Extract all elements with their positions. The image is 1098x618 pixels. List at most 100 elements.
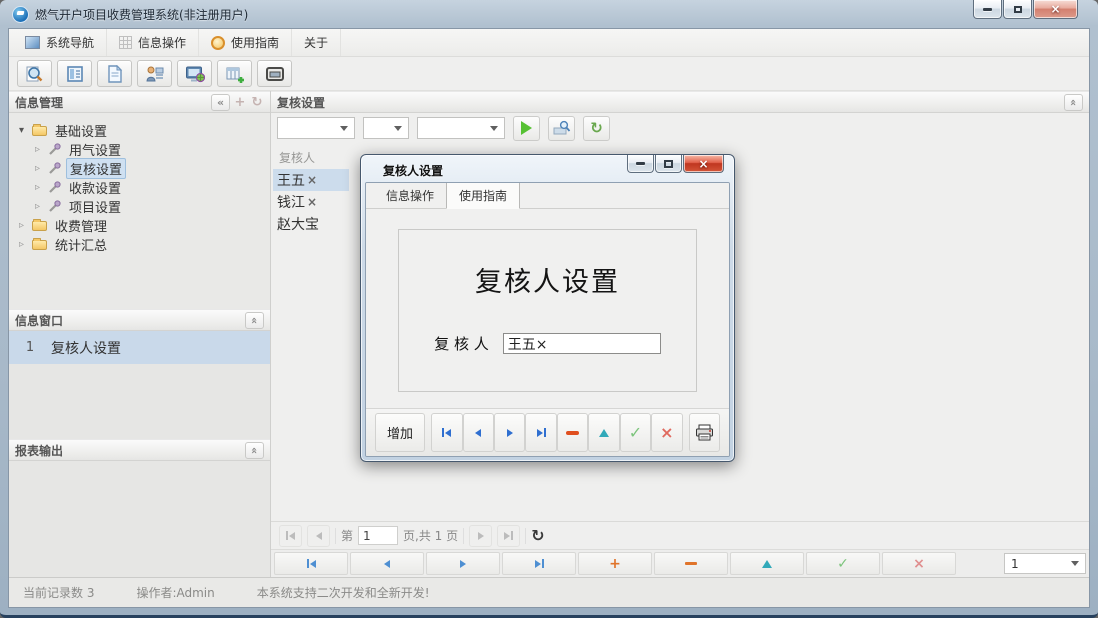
- query-toolbar: ↻: [271, 113, 1089, 143]
- records-per-page-select[interactable]: 1: [1004, 553, 1086, 574]
- search-preview-button[interactable]: [17, 60, 52, 87]
- menu-label: 使用指南: [231, 36, 280, 50]
- reviewer-input[interactable]: [502, 333, 661, 354]
- add-record-button[interactable]: +: [578, 552, 652, 575]
- restore-button[interactable]: [1003, 0, 1032, 19]
- panel-title: 复核设置: [277, 95, 326, 110]
- tree-item-payment-settings[interactable]: ▹ 收款设置: [19, 178, 266, 197]
- delete-record-button[interactable]: [654, 552, 728, 575]
- edit-record-button[interactable]: [730, 552, 804, 575]
- sidebar: 信息管理 « + ↻ ▾ 基础设置 ▹ 用气设置 ▹ 复核设置 ▹ 收款设置 ▹…: [9, 91, 271, 577]
- prev-record-button[interactable]: [462, 413, 494, 452]
- tree-item-base-settings[interactable]: ▾ 基础设置: [19, 121, 266, 140]
- new-document-icon: [107, 64, 122, 83]
- advanced-search-button[interactable]: [548, 115, 575, 141]
- reviewer-row[interactable]: 赵大宝: [273, 213, 349, 235]
- add-node-icon[interactable]: +: [233, 95, 247, 110]
- print-button[interactable]: [688, 413, 721, 452]
- expander-open-icon[interactable]: ▾: [19, 125, 32, 136]
- last-record-button[interactable]: [502, 552, 576, 575]
- menu-system-navigation[interactable]: 系统导航: [13, 29, 108, 56]
- remove-tag-icon[interactable]: ×: [307, 173, 317, 187]
- form-view-button[interactable]: [57, 60, 92, 87]
- last-record-button[interactable]: [525, 413, 557, 452]
- expander-closed-icon[interactable]: ▹: [19, 239, 32, 250]
- add-button[interactable]: 增加: [375, 413, 426, 452]
- collapse-up-button[interactable]: «: [245, 311, 264, 329]
- prev-page-button[interactable]: [307, 524, 330, 547]
- prev-record-button[interactable]: [350, 552, 424, 575]
- collapse-up-button[interactable]: «: [245, 441, 264, 459]
- dialog-window-controls: ×: [627, 155, 724, 173]
- reviewer-row[interactable]: 钱江 ×: [273, 191, 349, 213]
- titlebar: 燃气开户项目收费管理系统(非注册用户) ×: [8, 0, 1090, 28]
- divider: [335, 527, 336, 544]
- expander-closed-icon[interactable]: ▹: [19, 220, 32, 231]
- next-record-button[interactable]: [493, 413, 526, 452]
- cancel-button[interactable]: ×: [651, 413, 683, 452]
- expander-closed-icon[interactable]: ▹: [35, 144, 48, 155]
- arrow-right-icon: [477, 531, 484, 540]
- expander-closed-icon[interactable]: ▹: [35, 182, 48, 193]
- tree-item-project-settings[interactable]: ▹ 项目设置: [19, 197, 266, 216]
- run-query-button[interactable]: [513, 115, 540, 141]
- expander-closed-icon[interactable]: ▹: [35, 201, 48, 212]
- confirm-button[interactable]: ✓: [806, 552, 880, 575]
- tree-item-label: 用气设置: [69, 144, 122, 159]
- collapse-up-button[interactable]: «: [1064, 93, 1083, 111]
- new-document-button[interactable]: [97, 60, 132, 87]
- next-page-button[interactable]: [469, 524, 493, 547]
- tree-item-review-settings[interactable]: ▹ 复核设置: [19, 158, 266, 179]
- filter-field-select[interactable]: [277, 117, 355, 139]
- first-record-button[interactable]: [431, 413, 463, 452]
- statusbar: 当前记录数 3 操作者:Admin 本系统支持二次开发和全新开发!: [9, 577, 1089, 607]
- refresh-page-icon[interactable]: ↻: [531, 526, 544, 545]
- filter-value-select[interactable]: [417, 117, 505, 139]
- reviewer-field-label: 复 核 人: [434, 335, 489, 353]
- window-frame-button[interactable]: [257, 60, 292, 87]
- table-add-button[interactable]: [217, 60, 252, 87]
- arrow-left-icon: [309, 559, 316, 568]
- collapse-up-icon: «: [1066, 98, 1080, 106]
- filter-operator-select[interactable]: [363, 117, 409, 139]
- edit-record-button[interactable]: [588, 413, 620, 452]
- wrench-icon: [49, 143, 61, 155]
- reviewer-row[interactable]: 王五 ×: [273, 169, 349, 191]
- tree-item-label: 统计汇总: [55, 239, 108, 254]
- tab-user-guide[interactable]: 使用指南: [446, 183, 521, 209]
- next-record-button[interactable]: [426, 552, 500, 575]
- menu-user-guide[interactable]: 使用指南: [199, 29, 293, 56]
- confirm-button[interactable]: ✓: [619, 413, 652, 452]
- info-window-item[interactable]: 1 复核人设置: [9, 331, 270, 364]
- refresh-tree-icon[interactable]: ↻: [250, 95, 264, 110]
- page-number-input[interactable]: [358, 526, 399, 545]
- dialog-maximize-button[interactable]: [655, 155, 682, 173]
- collapse-left-button[interactable]: «: [211, 93, 230, 111]
- first-page-button[interactable]: [279, 524, 302, 547]
- cancel-button[interactable]: ×: [882, 552, 956, 575]
- tree-item-fee-management[interactable]: ▹ 收费管理: [19, 216, 266, 235]
- refresh-list-button[interactable]: ↻: [583, 115, 610, 141]
- pagination-bar: 第 页,共 1 页 ↻: [271, 521, 1089, 549]
- minimize-button[interactable]: [973, 0, 1002, 19]
- info-window-header: 信息窗口 «: [9, 309, 270, 331]
- expander-closed-icon[interactable]: ▹: [35, 163, 48, 174]
- tree-item-statistics-summary[interactable]: ▹ 统计汇总: [19, 235, 266, 254]
- reviewer-name: 王五: [277, 173, 305, 189]
- monitor-globe-button[interactable]: [177, 60, 212, 87]
- first-record-button[interactable]: [274, 552, 348, 575]
- arrow-right-icon: [536, 428, 543, 437]
- tab-info-operation[interactable]: 信息操作: [374, 183, 446, 208]
- menu-about[interactable]: 关于: [292, 29, 342, 56]
- user-config-button[interactable]: [137, 60, 172, 87]
- last-page-button[interactable]: [497, 524, 521, 547]
- arrow-right-icon: [460, 559, 466, 568]
- remove-tag-icon[interactable]: ×: [307, 195, 317, 209]
- tree-item-gas-settings[interactable]: ▹ 用气设置: [19, 140, 266, 159]
- collapse-up-icon: «: [247, 446, 261, 454]
- menu-info-operation[interactable]: 信息操作: [107, 29, 200, 56]
- close-button[interactable]: ×: [1033, 0, 1078, 19]
- dialog-minimize-button[interactable]: [627, 155, 654, 173]
- dialog-close-button[interactable]: ×: [683, 155, 724, 173]
- delete-record-button[interactable]: [556, 413, 589, 452]
